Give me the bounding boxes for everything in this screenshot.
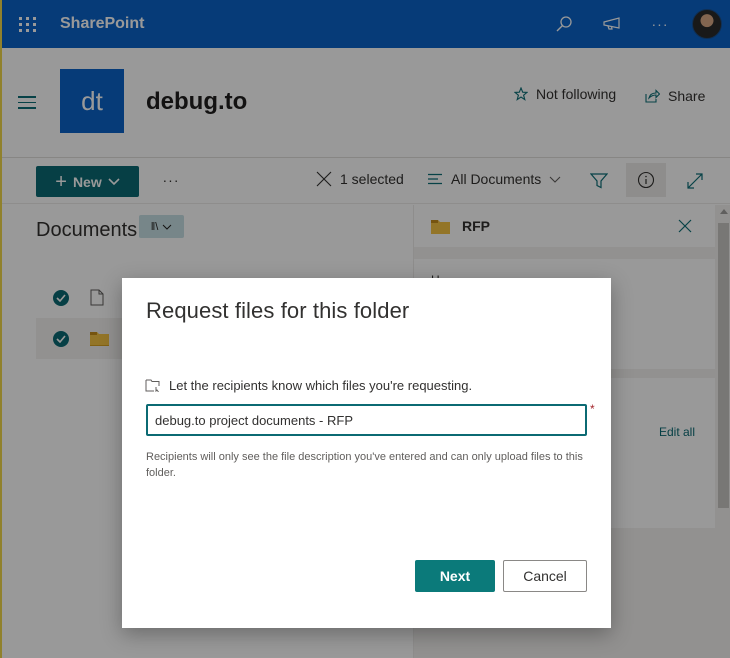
- file-description-input[interactable]: [146, 404, 587, 436]
- dialog-title: Request files for this folder: [146, 298, 410, 323]
- cancel-button[interactable]: Cancel: [503, 560, 587, 592]
- next-button[interactable]: Next: [415, 560, 495, 592]
- dialog-prompt: Let the recipients know which files you'…: [145, 378, 472, 393]
- folder-request-icon: [145, 379, 160, 392]
- required-marker: *: [590, 402, 595, 416]
- request-files-dialog: Request files for this folder Let the re…: [122, 278, 611, 628]
- helper-text: Recipients will only see the file descri…: [146, 451, 583, 479]
- prompt-text: Let the recipients know which files you'…: [169, 378, 473, 393]
